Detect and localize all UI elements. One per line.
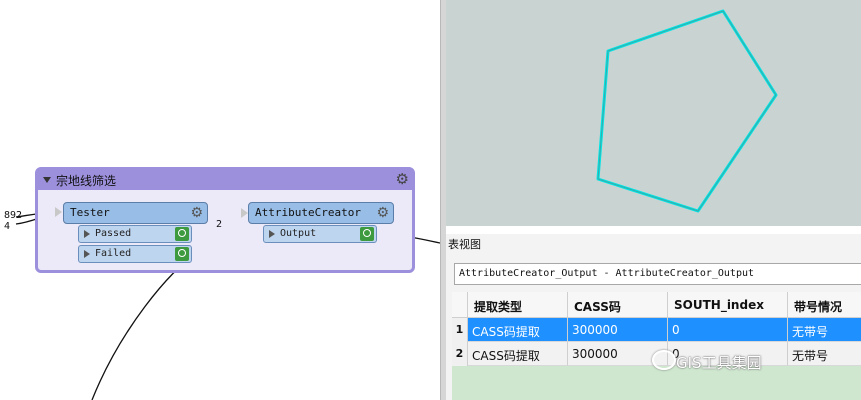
input-port-arrow-icon (55, 207, 62, 217)
inspect-icon[interactable] (175, 247, 189, 261)
column-header[interactable]: 带号情况 (788, 292, 861, 318)
column-header[interactable]: CASS码 (568, 292, 668, 318)
watermark-text: GIS工具集园 (676, 354, 762, 372)
table-cell[interactable]: 无带号 (788, 318, 861, 342)
inspect-icon[interactable] (175, 227, 189, 241)
column-header[interactable]: SOUTH_index (668, 292, 788, 318)
passed-port-label: Passed (95, 228, 132, 239)
table-cell[interactable]: CASS码提取 (468, 318, 568, 342)
feature-count-2: 4 (4, 221, 11, 232)
expand-triangle-icon (84, 230, 90, 238)
inspect-icon[interactable] (360, 227, 374, 241)
row-number[interactable]: 1 (452, 318, 468, 342)
gear-icon[interactable]: ⚙ (376, 204, 389, 222)
bookmark-header[interactable]: 宗地线筛选 ⚙ (38, 170, 412, 190)
expand-triangle-icon (269, 230, 275, 238)
table-view-title: 表视图 (448, 238, 481, 251)
input-port-arrow-icon (241, 208, 248, 218)
geometry-canvas (596, 9, 778, 213)
bookmark-title: 宗地线筛选 (56, 174, 117, 188)
dataset-selector-value: AttributeCreator_Output - AttributeCreat… (459, 268, 755, 279)
failed-port-label: Failed (95, 248, 132, 259)
passed-feature-count: 2 (216, 219, 223, 230)
passed-port[interactable]: Passed (78, 225, 192, 243)
failed-connection[interactable] (91, 251, 199, 400)
collapse-triangle-icon[interactable] (43, 177, 51, 183)
watermark: GIS工具集园 (652, 350, 762, 373)
gear-icon[interactable]: ⚙ (190, 204, 203, 222)
tester-title: Tester (70, 206, 110, 219)
table-cell[interactable]: CASS码提取 (468, 342, 568, 366)
tester-transformer[interactable]: Tester ⚙ (63, 202, 208, 224)
workspace-canvas[interactable]: 892 4 宗地线筛选 ⚙ Tester ⚙ Passed Failed 2 A… (0, 0, 440, 400)
failed-port[interactable]: Failed (78, 245, 192, 263)
attribute-table[interactable]: 提取类型 CASS码 SOUTH_index 带号情况 1 CASS码提取 30… (452, 292, 861, 400)
attributecreator-transformer[interactable]: AttributeCreator ⚙ (248, 202, 394, 224)
output-port-label: Output (280, 228, 317, 239)
table-cell[interactable]: 0 (668, 318, 788, 342)
column-header[interactable]: 提取类型 (468, 292, 568, 318)
dataset-selector[interactable]: AttributeCreator_Output - AttributeCreat… (454, 263, 861, 285)
table-cell[interactable]: 300000 (568, 318, 668, 342)
attributecreator-title: AttributeCreator (255, 206, 361, 219)
polygon-outline (597, 10, 777, 212)
feature-count-1: 892 (4, 210, 23, 221)
table-cell[interactable]: 无带号 (788, 342, 861, 366)
row-number[interactable]: 2 (452, 342, 468, 366)
polygon-feature[interactable] (596, 9, 778, 213)
corner-header[interactable] (452, 292, 468, 318)
expand-triangle-icon (84, 250, 90, 258)
gear-icon[interactable]: ⚙ (396, 171, 409, 187)
table-view-panel: 表视图 AttributeCreator_Output - AttributeC… (446, 234, 861, 400)
output-port[interactable]: Output (263, 225, 377, 243)
wechat-icon (652, 350, 676, 370)
graphics-view[interactable] (446, 0, 861, 226)
